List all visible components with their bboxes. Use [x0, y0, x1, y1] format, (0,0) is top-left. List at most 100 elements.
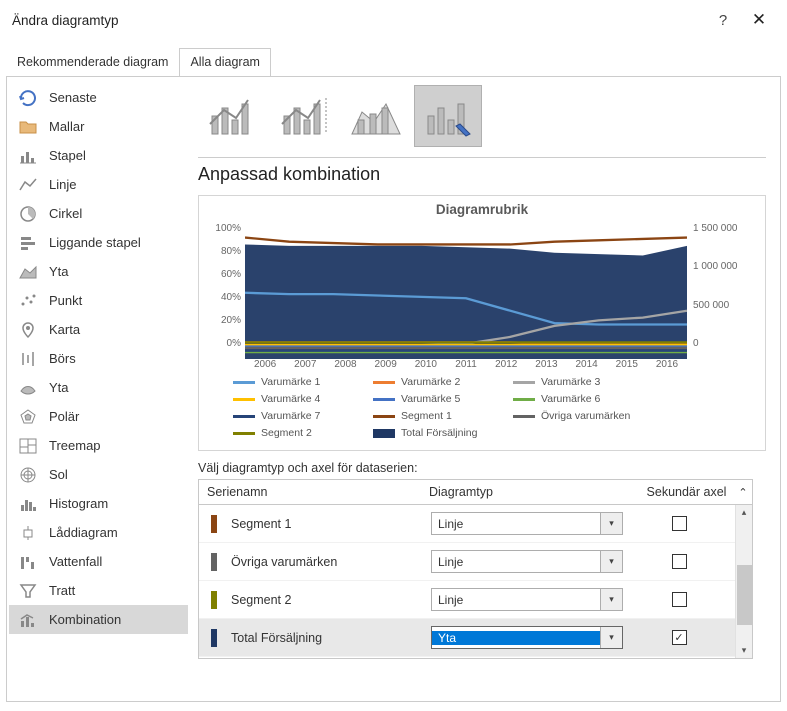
- sidebar-item-folder[interactable]: Mallar: [9, 112, 188, 141]
- sidebar-item-scatter[interactable]: Punkt: [9, 286, 188, 315]
- chevron-down-icon[interactable]: ▾: [600, 551, 622, 572]
- series-name: Total Försäljning: [231, 631, 431, 645]
- chart-type-dropdown[interactable]: Linje▾: [431, 550, 623, 573]
- tab-all[interactable]: Alla diagram: [179, 48, 270, 76]
- sidebar-item-recent[interactable]: Senaste: [9, 83, 188, 112]
- grid-header: Serienamn Diagramtyp Sekundär axel ⌃: [198, 479, 753, 505]
- help-button[interactable]: ?: [711, 12, 735, 29]
- series-name: Segment 1: [231, 517, 431, 531]
- chart-type-dropdown[interactable]: Linje▾: [431, 588, 623, 611]
- sidebar-item-funnel[interactable]: Tratt: [9, 576, 188, 605]
- legend-item: Total Försäljning: [373, 427, 513, 439]
- series-config-label: Välj diagramtyp och axel för dataserien:: [198, 461, 766, 475]
- scatter-icon: [17, 291, 39, 311]
- sidebar-item-stock[interactable]: Börs: [9, 344, 188, 373]
- sidebar-item-label: Tratt: [49, 583, 75, 598]
- sidebar-item-sunburst[interactable]: Sol: [9, 460, 188, 489]
- chevron-down-icon[interactable]: ▾: [600, 627, 622, 648]
- close-button[interactable]: ✕: [743, 10, 775, 30]
- sidebar-item-treemap[interactable]: Treemap: [9, 431, 188, 460]
- sidebar-item-label: Sol: [49, 467, 68, 482]
- sidebar-item-label: Börs: [49, 351, 76, 366]
- sidebar-item-label: Senaste: [49, 90, 97, 105]
- sidebar-item-map[interactable]: Karta: [9, 315, 188, 344]
- x-axis: 2006200720082009201020112012201320142015…: [245, 359, 687, 370]
- surface-icon: [17, 378, 39, 398]
- sunburst-icon: [17, 465, 39, 485]
- sidebar-item-histogram[interactable]: Histogram: [9, 489, 188, 518]
- sidebar-item-label: Liggande stapel: [49, 235, 141, 250]
- box-icon: [17, 523, 39, 543]
- legend-item: Varumärke 1: [233, 376, 373, 388]
- y-axis-left: 100%80%60%40%20%0%: [203, 221, 245, 359]
- secondary-axis-checkbox[interactable]: [672, 592, 687, 607]
- dropdown-value: Yta: [432, 631, 600, 645]
- sidebar-item-label: Cirkel: [49, 206, 82, 221]
- legend-item: Segment 1: [373, 410, 513, 422]
- series-swatch: [211, 515, 217, 533]
- sidebar-item-label: Histogram: [49, 496, 108, 511]
- sidebar-item-label: Yta: [49, 380, 69, 395]
- chevron-down-icon[interactable]: ▾: [600, 513, 622, 534]
- series-swatch: [211, 553, 217, 571]
- secondary-axis-checkbox[interactable]: [672, 554, 687, 569]
- subtype-row: [198, 85, 766, 147]
- plot-area: [245, 221, 687, 359]
- radar-icon: [17, 407, 39, 427]
- chart-type-dropdown[interactable]: Linje▾: [431, 512, 623, 535]
- subtype-1[interactable]: [198, 85, 266, 147]
- y-axis-right: 1 500 0001 000 000500 0000: [687, 221, 761, 359]
- sidebar-item-label: Yta: [49, 264, 69, 279]
- col-secondary: Sekundär axel: [639, 485, 734, 499]
- sidebar-item-label: Kombination: [49, 612, 121, 627]
- sidebar-item-radar[interactable]: Polär: [9, 402, 188, 431]
- scroll-down-arrow-icon[interactable]: ▾: [742, 645, 747, 656]
- chart-type-dropdown[interactable]: Yta▾: [431, 626, 623, 649]
- series-row: Övriga varumärkenLinje▾: [199, 543, 752, 581]
- hbar-icon: [17, 233, 39, 253]
- col-charttype: Diagramtyp: [429, 485, 639, 499]
- secondary-axis-checkbox[interactable]: [672, 516, 687, 531]
- dialog-title: Ändra diagramtyp: [12, 13, 711, 28]
- line-icon: [17, 175, 39, 195]
- sidebar-item-pie[interactable]: Cirkel: [9, 199, 188, 228]
- histogram-icon: [17, 494, 39, 514]
- sidebar-item-waterfall[interactable]: Vattenfall: [9, 547, 188, 576]
- area-icon: [17, 262, 39, 282]
- sidebar-item-label: Treemap: [49, 438, 101, 453]
- tab-recommended[interactable]: Rekommenderade diagram: [6, 48, 179, 76]
- folder-icon: [17, 117, 39, 137]
- scroll-up-icon[interactable]: ⌃: [734, 486, 752, 499]
- series-grid: Segment 1Linje▾Övriga varumärkenLinje▾Se…: [198, 505, 753, 659]
- series-name: Övriga varumärken: [231, 555, 431, 569]
- chevron-down-icon[interactable]: ▾: [600, 589, 622, 610]
- sidebar-item-label: Vattenfall: [49, 554, 102, 569]
- sidebar-item-label: Låddiagram: [49, 525, 118, 540]
- dropdown-value: Linje: [432, 517, 600, 531]
- col-seriesname: Serienamn: [199, 485, 429, 499]
- sidebar-item-surface[interactable]: Yta: [9, 373, 188, 402]
- chart-legend: Varumärke 1Varumärke 2Varumärke 3Varumär…: [233, 376, 751, 444]
- sidebar-item-area[interactable]: Yta: [9, 257, 188, 286]
- series-name: Segment 2: [231, 593, 431, 607]
- section-heading: Anpassad kombination: [198, 164, 766, 185]
- sidebar-item-line[interactable]: Linje: [9, 170, 188, 199]
- stock-icon: [17, 349, 39, 369]
- secondary-axis-checkbox[interactable]: ✓: [672, 630, 687, 645]
- sidebar-item-bar[interactable]: Stapel: [9, 141, 188, 170]
- sidebar-item-combo[interactable]: Kombination: [9, 605, 188, 634]
- subtype-custom[interactable]: [414, 85, 482, 147]
- legend-item: Övriga varumärken: [513, 410, 653, 422]
- series-row: Total FörsäljningYta▾✓: [199, 619, 752, 657]
- scrollbar-thumb[interactable]: [737, 565, 752, 625]
- subtype-3[interactable]: [342, 85, 410, 147]
- sidebar-item-box[interactable]: Låddiagram: [9, 518, 188, 547]
- subtype-2[interactable]: [270, 85, 338, 147]
- scrollbar[interactable]: ▴ ▾: [735, 505, 752, 658]
- sidebar-item-label: Punkt: [49, 293, 82, 308]
- map-icon: [17, 320, 39, 340]
- legend-item: Varumärke 6: [513, 393, 653, 405]
- sidebar-item-hbar[interactable]: Liggande stapel: [9, 228, 188, 257]
- series-swatch: [211, 629, 217, 647]
- scroll-up-arrow-icon[interactable]: ▴: [742, 507, 747, 518]
